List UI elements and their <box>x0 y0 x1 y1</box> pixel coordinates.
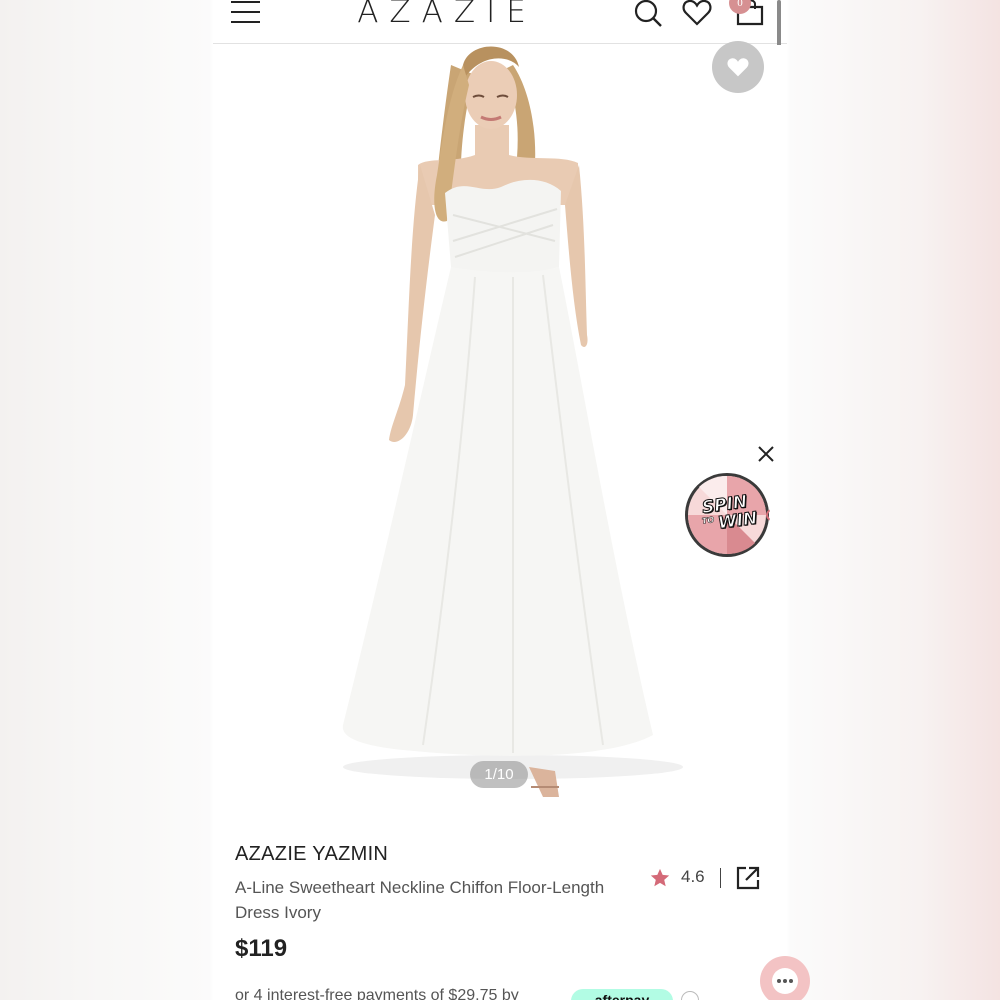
divider <box>720 868 721 888</box>
product-brand: AZAZIE YAZMIN <box>235 843 389 865</box>
menu-icon[interactable] <box>231 1 261 25</box>
product-photo[interactable] <box>213 45 787 805</box>
favorite-button[interactable] <box>712 41 764 93</box>
search-icon[interactable] <box>633 0 663 28</box>
rating-value[interactable]: 4.6 <box>681 867 705 887</box>
heart-icon <box>727 58 749 77</box>
close-icon[interactable] <box>756 444 776 464</box>
heart-icon[interactable] <box>682 0 712 28</box>
chat-button[interactable] <box>760 956 810 1000</box>
product-price: $119 <box>235 935 288 962</box>
rating-share-box: 4.6 <box>645 864 769 892</box>
brand-logo[interactable]: AZAZIE <box>343 0 551 30</box>
star-icon <box>650 868 670 887</box>
chat-icon <box>772 968 798 994</box>
info-icon[interactable] <box>681 991 699 1000</box>
afterpay-badge[interactable]: afterpay <box>571 989 673 1000</box>
installments-text: or 4 interest-free payments of $29.75 by <box>235 987 519 1000</box>
to-label: TO <box>701 515 715 526</box>
phone-screen: AZAZIE 0 1/10 SPIN TO WIN AZAZIE YAZMIN … <box>213 0 787 1000</box>
product-description: A-Line Sweetheart Neckline Chiffon Floor… <box>235 878 605 922</box>
top-header: AZAZIE 0 <box>213 0 787 44</box>
image-counter: 1/10 <box>470 761 528 788</box>
share-icon[interactable] <box>735 865 761 891</box>
